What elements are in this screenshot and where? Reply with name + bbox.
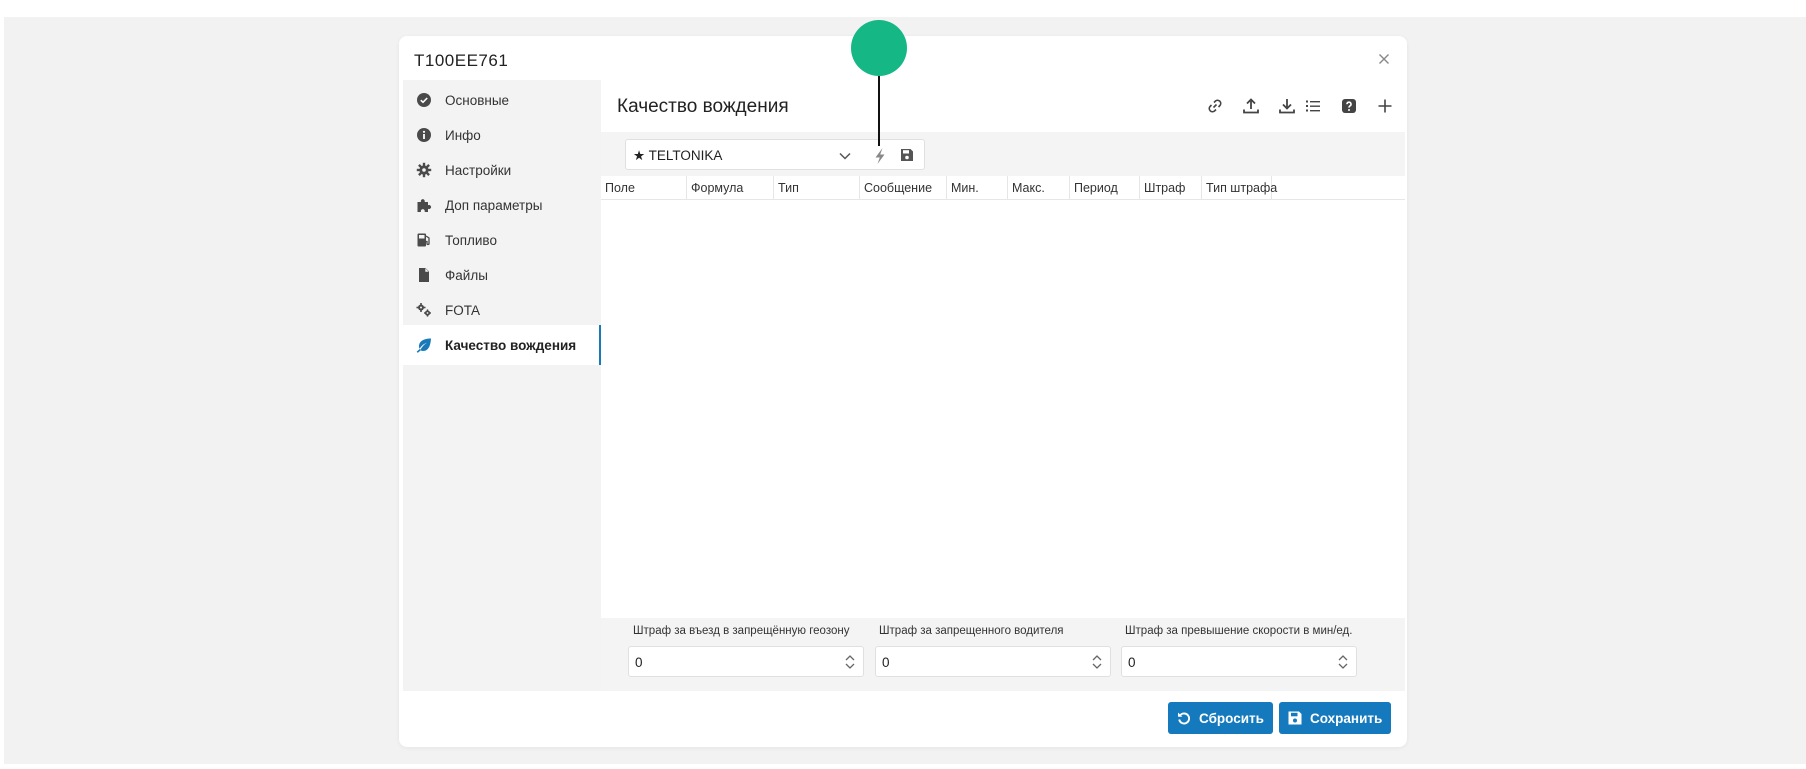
- upload-button[interactable]: [1239, 94, 1263, 118]
- link-icon: [1208, 99, 1222, 113]
- sidebar-item-extra-params[interactable]: Доп параметры: [403, 185, 601, 225]
- preset-select-value: ★ TELTONIKA: [633, 148, 723, 163]
- column-header-max[interactable]: Макс.: [1008, 176, 1070, 200]
- sidebar: Основные Инфо Настройки Доп параметры То…: [403, 80, 601, 691]
- speeding-penalty-input[interactable]: 0: [1121, 646, 1357, 677]
- column-header-message[interactable]: Сообщение: [860, 176, 947, 200]
- driver-penalty-label: Штраф за запрещенного водителя: [879, 625, 1064, 637]
- driver-penalty-value: 0: [882, 655, 890, 670]
- download-button[interactable]: [1275, 94, 1299, 118]
- table-header: Поле Формула Тип Сообщение Мин. Макс. Пе…: [601, 176, 1405, 200]
- sidebar-item-files[interactable]: Файлы: [403, 255, 601, 295]
- sidebar-item-label: Топливо: [445, 232, 497, 248]
- reset-button-label: Сбросить: [1199, 710, 1264, 726]
- column-header-formula[interactable]: Формула: [687, 176, 774, 200]
- column-header-type[interactable]: Тип: [774, 176, 860, 200]
- undo-icon: [1178, 712, 1191, 725]
- sidebar-item-label: Качество вождения: [445, 337, 577, 353]
- link-button[interactable]: [1203, 94, 1227, 118]
- column-header-field[interactable]: Поле: [601, 176, 687, 200]
- list-button[interactable]: [1301, 94, 1325, 118]
- column-header-min[interactable]: Мин.: [947, 176, 1008, 200]
- sidebar-item-label: FOTA: [445, 302, 480, 318]
- geofence-penalty-input[interactable]: 0: [628, 646, 864, 677]
- sidebar-item-fota[interactable]: FOTA: [403, 290, 601, 330]
- panel-toolbar: [1191, 94, 1397, 118]
- help-button[interactable]: [1337, 94, 1361, 118]
- fuel-pump-icon: [415, 231, 433, 249]
- sidebar-item-driving-quality[interactable]: Качество вождения: [403, 325, 601, 365]
- sidebar-item-label: Настройки: [445, 162, 512, 178]
- bolt-icon[interactable]: [872, 147, 888, 165]
- sidebar-item-label: Основные: [445, 92, 510, 108]
- file-icon: [415, 266, 433, 284]
- reset-button[interactable]: Сбросить: [1168, 702, 1273, 734]
- driving-quality-panel: Качество вождения ★ TELTONIKA Поле Форму…: [601, 80, 1405, 691]
- chevron-down-icon: [839, 152, 851, 160]
- geofence-penalty-value: 0: [635, 655, 643, 670]
- info-circle-icon: [415, 126, 433, 144]
- gear-icon: [415, 161, 433, 179]
- save-icon[interactable]: [900, 148, 914, 162]
- pointer-marker: [851, 20, 907, 76]
- list-icon: [1306, 100, 1320, 112]
- pointer-marker-line: [878, 76, 880, 146]
- add-button[interactable]: [1373, 94, 1397, 118]
- leaf-icon: [415, 336, 433, 354]
- sidebar-item-label: Доп параметры: [445, 197, 543, 213]
- spinner-icon[interactable]: [844, 653, 856, 671]
- save-button-label: Сохранить: [1310, 710, 1383, 726]
- sidebar-item-main[interactable]: Основные: [403, 80, 601, 120]
- download-icon: [1279, 99, 1295, 114]
- help-icon: [1342, 99, 1356, 113]
- spinner-icon[interactable]: [1091, 653, 1103, 671]
- save-button[interactable]: Сохранить: [1279, 702, 1391, 734]
- column-header-penalty-type[interactable]: Тип штрафа: [1202, 176, 1277, 200]
- penalty-settings: Штраф за въезд в запрещённую геозону 0 Ш…: [601, 618, 1405, 691]
- sidebar-item-settings[interactable]: Настройки: [403, 150, 601, 190]
- sidebar-item-fuel[interactable]: Топливо: [403, 220, 601, 260]
- spinner-icon[interactable]: [1337, 653, 1349, 671]
- geofence-penalty-label: Штраф за въезд в запрещённую геозону: [633, 625, 850, 637]
- plus-icon: [1378, 99, 1392, 113]
- object-dialog: Т100ЕЕ761 Основные Инфо Настройки Доп па…: [399, 36, 1407, 747]
- sidebar-item-label: Инфо: [445, 127, 481, 143]
- speeding-penalty-label: Штраф за превышение скорости в мин/ед.: [1125, 625, 1353, 637]
- gears-icon: [415, 301, 433, 319]
- column-header-penalty[interactable]: Штраф: [1140, 176, 1202, 200]
- save-icon: [1288, 711, 1302, 725]
- dialog-title: Т100ЕЕ761: [414, 51, 509, 70]
- puzzle-icon: [415, 196, 433, 214]
- sidebar-item-info[interactable]: Инфо: [403, 115, 601, 155]
- upload-icon: [1243, 98, 1259, 114]
- close-icon: [1379, 54, 1389, 64]
- sidebar-item-label: Файлы: [445, 267, 488, 283]
- close-button[interactable]: [1375, 50, 1393, 68]
- preset-select[interactable]: ★ TELTONIKA: [625, 139, 925, 170]
- check-circle-icon: [415, 91, 433, 109]
- speeding-penalty-value: 0: [1128, 655, 1136, 670]
- section-title: Качество вождения: [617, 96, 789, 117]
- column-header-period[interactable]: Период: [1070, 176, 1140, 200]
- preset-toolbar: ★ TELTONIKA: [601, 132, 1405, 176]
- driver-penalty-input[interactable]: 0: [875, 646, 1111, 677]
